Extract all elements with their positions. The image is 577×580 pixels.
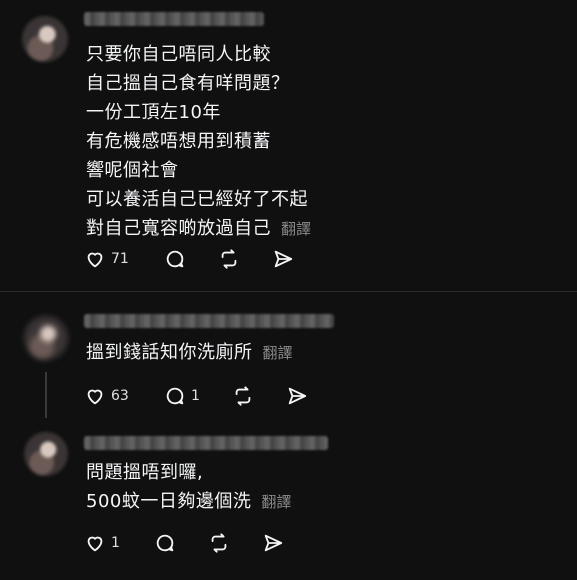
repost-icon bbox=[221, 249, 237, 269]
translate-link[interactable]: 翻譯 bbox=[261, 493, 291, 511]
repost-button[interactable] bbox=[218, 247, 240, 271]
share-icon bbox=[274, 250, 293, 268]
comment-icon bbox=[166, 250, 184, 268]
comment-line: 500蚊一日夠邊個洗 bbox=[86, 491, 252, 512]
comment-icon bbox=[166, 387, 184, 405]
reply-button[interactable] bbox=[164, 247, 186, 271]
like-button[interactable]: 63 bbox=[84, 384, 129, 408]
thread-line bbox=[45, 372, 47, 418]
like-button[interactable]: 71 bbox=[84, 247, 129, 271]
comment-line: 可以養活自己已經好了不起 bbox=[86, 189, 308, 210]
repost-icon bbox=[235, 386, 251, 406]
repost-button[interactable] bbox=[232, 384, 254, 408]
translate-link[interactable]: 翻譯 bbox=[263, 344, 293, 362]
comment-line: 一份工頂左10年 bbox=[86, 102, 221, 123]
like-button[interactable]: 1 bbox=[84, 531, 120, 555]
comment-line: 只要你自己唔同人比較 bbox=[86, 44, 271, 65]
action-bar: 71 bbox=[84, 247, 344, 271]
share-button[interactable] bbox=[286, 384, 308, 408]
comment-line: 對自己寬容啲放過自己 bbox=[86, 218, 271, 239]
repost-icon bbox=[211, 533, 227, 553]
comment-text: 只要你自己唔同人比較 自己搵自己食有咩問題？ 一份工頂左10年 有危機感唔想用到… bbox=[86, 40, 311, 244]
reply-button[interactable] bbox=[154, 531, 176, 555]
comment-line: 問題搵唔到囉, bbox=[86, 462, 204, 483]
avatar[interactable] bbox=[22, 16, 68, 62]
share-icon bbox=[288, 387, 307, 405]
avatar[interactable] bbox=[24, 316, 68, 360]
like-count: 63 bbox=[111, 388, 129, 404]
divider bbox=[0, 291, 577, 292]
reply-button[interactable]: 1 bbox=[164, 384, 200, 408]
comment-line: 有危機感唔想用到積蓄 bbox=[86, 131, 271, 152]
repost-button[interactable] bbox=[208, 531, 230, 555]
like-count: 1 bbox=[111, 535, 120, 551]
comment-icon bbox=[156, 534, 174, 552]
translate-link[interactable]: 翻譯 bbox=[281, 220, 311, 238]
share-icon bbox=[264, 534, 283, 552]
username-blurred[interactable] bbox=[84, 436, 328, 450]
like-count: 71 bbox=[111, 251, 129, 267]
action-bar: 1 bbox=[84, 531, 344, 555]
heart-icon bbox=[87, 389, 103, 405]
heart-icon bbox=[87, 252, 103, 268]
comment-line: 自己搵自己食有咩問題？ bbox=[86, 73, 290, 94]
action-bar: 63 1 bbox=[84, 384, 344, 408]
share-button[interactable] bbox=[272, 247, 294, 271]
username-blurred[interactable] bbox=[84, 314, 334, 328]
comment-line: 響呢個社會 bbox=[86, 160, 179, 181]
reply-count: 1 bbox=[191, 388, 200, 404]
share-button[interactable] bbox=[262, 531, 284, 555]
comment-text: 搵到錢話知你洗廁所 翻譯 bbox=[86, 338, 293, 368]
comment-line: 搵到錢話知你洗廁所 bbox=[86, 342, 253, 363]
comment-text: 問題搵唔到囉, 500蚊一日夠邊個洗 翻譯 bbox=[86, 458, 291, 517]
heart-icon bbox=[87, 536, 103, 552]
username-blurred[interactable] bbox=[84, 12, 264, 26]
avatar[interactable] bbox=[24, 432, 68, 476]
